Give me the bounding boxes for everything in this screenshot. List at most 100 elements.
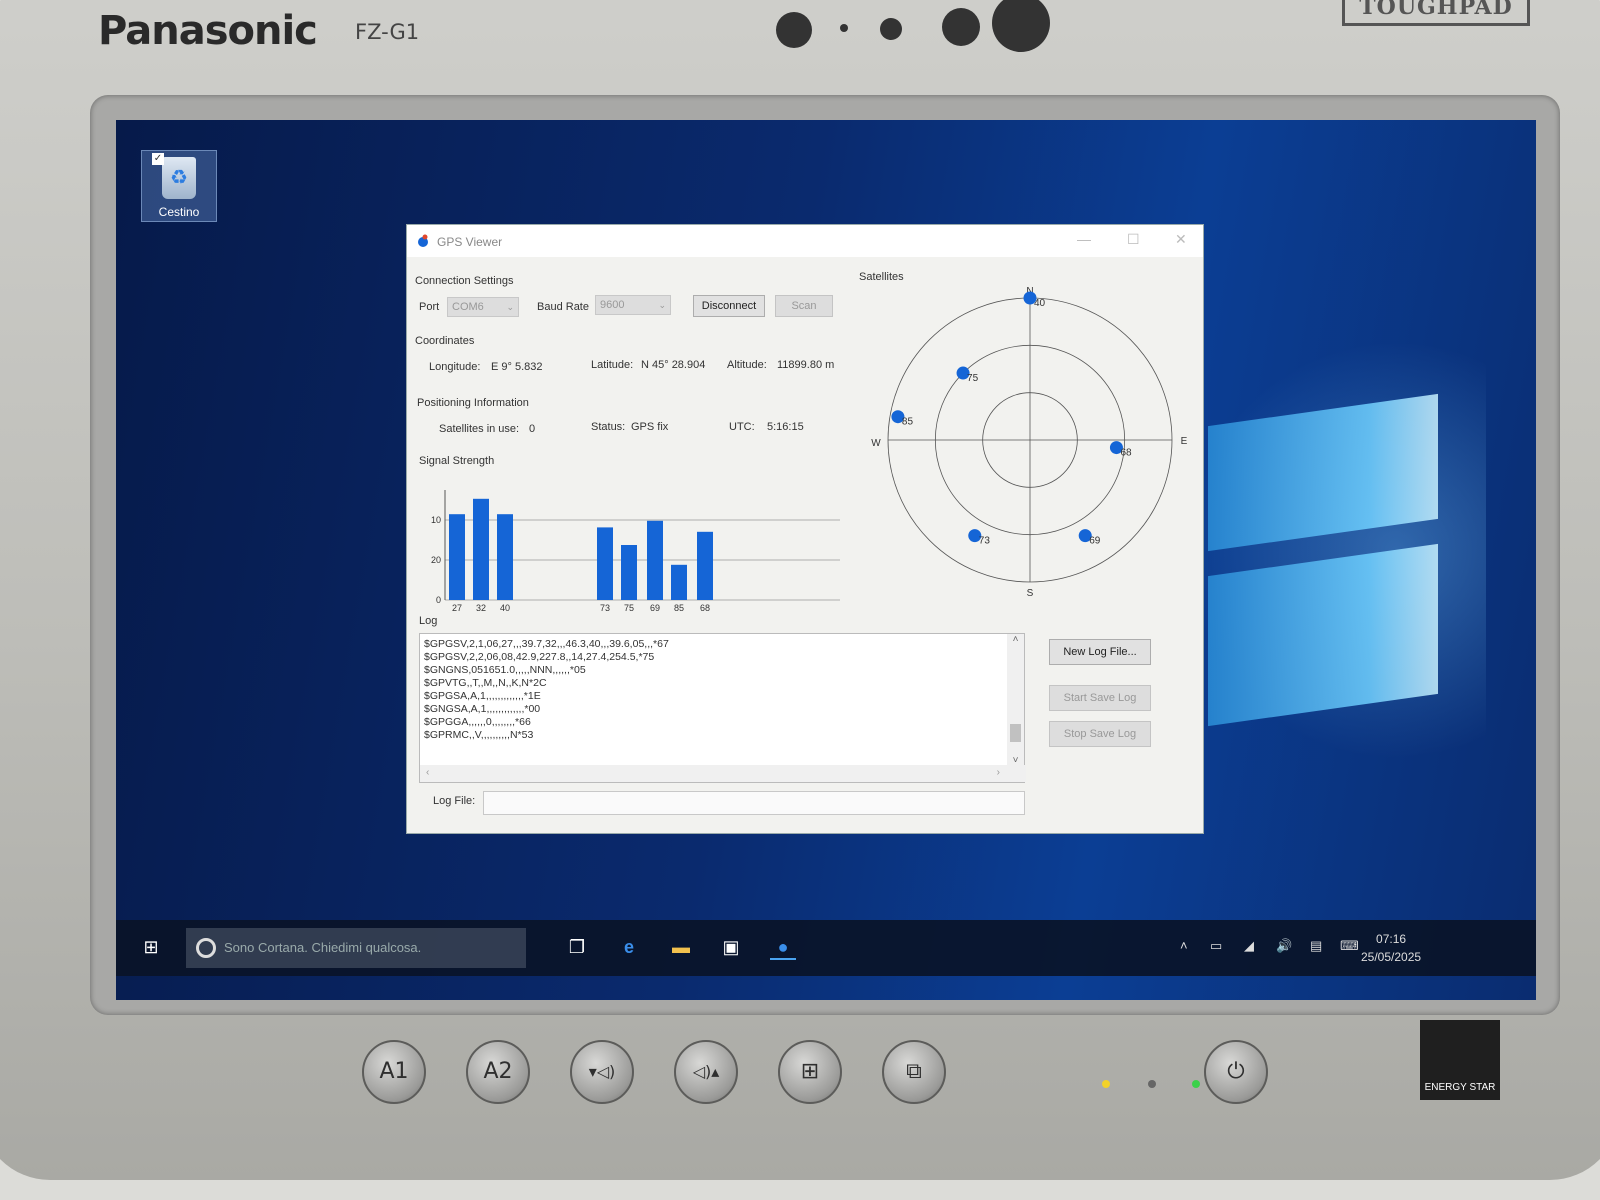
gps-viewer-taskbar-icon[interactable]: ● [770,934,796,960]
a1-hardware-button[interactable]: A1 [362,1040,426,1104]
port-select[interactable]: COM6 ⌄ [447,297,519,317]
x-tick-label: 73 [600,603,610,613]
coordinates-label: Coordinates [415,335,475,347]
maximize-icon[interactable]: ☐ [1127,231,1140,248]
utc-label: UTC: [729,421,755,433]
log-label: Log [419,615,438,627]
signal-bar-32 [473,498,489,600]
signal-bar-68 [697,531,713,600]
camera-lens-3 [992,0,1050,52]
scan-button[interactable]: Scan [775,295,833,317]
status-label: Status: [591,421,626,433]
log-line: $GPGGA,,,,,,0,,,,,,,,*66 [424,716,531,728]
log-line: $GPGSV,2,1,06,27,,,39.7,32,,,46.3,40,,,3… [424,638,669,650]
close-icon[interactable]: ✕ [1175,231,1187,248]
y-tick-label: 0 [436,595,441,605]
latitude-value: N 45° 28.904 [641,359,706,371]
y-tick-label: 10 [431,515,441,525]
file-explorer-icon[interactable]: ▬ [668,934,694,960]
edge-icon[interactable]: e [616,934,642,960]
action-center-icon[interactable]: ▤ [1310,938,1322,954]
satellites-in-use-label: Satellites in use: [439,423,520,435]
cortana-search-box[interactable]: Sono Cortana. Chiedimi qualcosa. [186,928,526,968]
signal-strength-chart: 10 20 0 27 32 40 73 75 69 85 68 [431,490,840,613]
energy-star-logo: ENERGY STAR [1420,1020,1500,1100]
signal-bar-85 [671,564,687,600]
volume-icon[interactable]: 🔊 [1276,938,1292,954]
log-line: $GPRMC,,V,,,,,,,,,,N*53 [424,729,534,741]
start-save-log-button[interactable]: Start Save Log [1049,685,1151,711]
window-title: GPS Viewer [437,235,503,249]
x-tick-label: 32 [476,603,486,613]
chevron-down-icon: ⌄ [658,300,666,310]
gps-viewer-window: GPS Viewer — ☐ ✕ Connection Settings Por… [406,224,1204,834]
status-value: GPS fix [631,421,669,433]
stop-save-log-button[interactable]: Stop Save Log [1049,721,1151,747]
log-horizontal-scrollbar[interactable]: ‹ › [420,765,1026,782]
keyboard-icon[interactable]: ⌨ [1340,938,1359,954]
satellite-label: 68 [1120,448,1132,459]
satellite-label: 40 [1034,298,1046,309]
taskbar: ⊞ Sono Cortana. Chiedimi qualcosa. ❐ e ▬… [116,920,1536,976]
sensor-dot [840,24,848,32]
compass-label: E [1181,436,1188,447]
log-line: $GNGSA,A,1,,,,,,,,,,,,,*00 [424,703,541,715]
camera-lens [776,12,812,48]
windows-hardware-icon[interactable]: ⊞ [778,1040,842,1104]
log-vertical-scrollbar[interactable]: ˄ ˅ [1007,634,1024,766]
chevron-right-icon[interactable]: › [997,767,1000,778]
baud-rate-select[interactable]: 9600 ⌄ [595,295,671,315]
x-tick-label: 69 [650,603,660,613]
recycle-bin-label: Cestino [158,205,200,219]
recycle-bin-icon[interactable]: ✓ ♻ Cestino [141,150,217,222]
longitude-label: Longitude: [429,361,481,373]
volume-up-icon[interactable]: ◁)▴ [674,1040,738,1104]
new-log-file-button[interactable]: New Log File... [1049,639,1151,665]
log-file-label: Log File: [433,795,476,807]
power-icon[interactable]: ⏻ [1204,1040,1268,1104]
title-bar[interactable]: GPS Viewer — ☐ ✕ [407,225,1203,257]
y-tick-label: 20 [431,555,441,565]
disconnect-button[interactable]: Disconnect [693,295,765,317]
signal-bar-75 [621,545,637,600]
x-tick-label: 68 [700,603,710,613]
wireless-led [1192,1080,1200,1088]
battery-led [1102,1080,1110,1088]
camera-lens-2 [942,8,980,46]
store-icon[interactable]: ▣ [718,934,744,960]
latitude-label: Latitude: [591,359,634,371]
x-tick-label: 85 [674,603,684,613]
satellite-label: 85 [902,417,914,428]
app-icon [418,234,428,247]
model-label: FZ-G1 [355,20,420,44]
volume-down-icon[interactable]: ▾◁) [570,1040,634,1104]
x-tick-label: 75 [624,603,634,613]
system-clock[interactable]: 07:16 25/05/2025 [1361,930,1421,966]
altitude-value: 11899.80 m [777,359,835,371]
chevron-up-icon[interactable]: ˄ [1180,938,1188,953]
windows-start-icon[interactable]: ⊞ [138,934,164,960]
scrollbar-thumb[interactable] [1010,724,1021,742]
satellite-label: 75 [967,373,979,384]
compass-label: S [1027,588,1034,599]
battery-icon[interactable]: ▭ [1210,938,1222,954]
utc-value: 5:16:15 [767,421,804,433]
x-tick-label: 40 [500,603,510,613]
signal-bar-69 [647,520,663,600]
clock-time: 07:16 [1376,932,1407,946]
a2-hardware-button[interactable]: A2 [466,1040,530,1104]
baud-rate-label: Baud Rate [537,301,589,313]
compass-label: W [871,438,881,449]
brand-logo: Panasonic [98,8,318,54]
log-textarea[interactable]: $GPGSV,2,1,06,27,,,39.7,32,,,46.3,40,,,3… [419,633,1026,783]
signal-bar-40 [497,514,513,600]
chevron-up-icon[interactable]: ˄ [1007,634,1024,645]
rotation-lock-icon[interactable]: ⧉ [882,1040,946,1104]
log-file-input[interactable] [483,791,1025,815]
minimize-icon[interactable]: — [1077,231,1091,247]
log-line: $GNGNS,051651.0,,,,,NNN,,,,,,*05 [424,664,586,676]
task-view-icon[interactable]: ❐ [564,934,590,960]
network-icon[interactable]: ◢ [1244,938,1254,954]
chevron-left-icon[interactable]: ‹ [426,767,429,778]
longitude-value: E 9° 5.832 [491,361,543,373]
